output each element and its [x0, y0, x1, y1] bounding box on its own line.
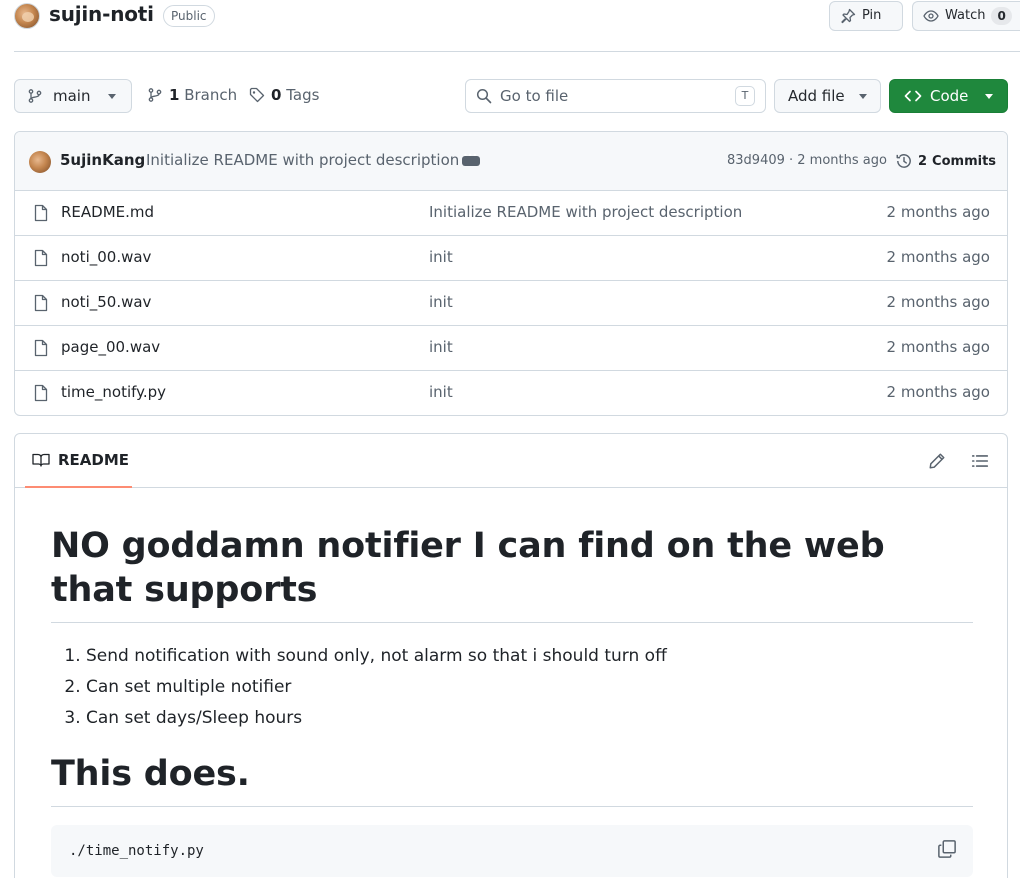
code-label: Code: [930, 87, 969, 105]
branch-selector[interactable]: main: [14, 79, 132, 113]
file-row[interactable]: time_notify.py init 2 months ago: [15, 371, 1007, 415]
owner-avatar[interactable]: [14, 3, 40, 29]
file-time: 2 months ago: [886, 293, 990, 311]
book-icon: [32, 453, 50, 467]
eye-icon: [923, 10, 939, 22]
pin-button[interactable]: Pin: [829, 1, 903, 31]
file-time: 2 months ago: [886, 248, 990, 266]
file-time: 2 months ago: [886, 383, 990, 401]
branch-icon: [28, 89, 42, 103]
chevron-down-icon: [108, 93, 117, 99]
readme-tab-label: README: [58, 451, 130, 469]
file-list: 5ujinKang Initialize README with project…: [14, 131, 1008, 416]
file-commit-message[interactable]: init: [429, 383, 453, 401]
pin-label: Pin: [862, 8, 882, 23]
tag-label: Tags: [286, 86, 320, 104]
branch-icon: [148, 88, 162, 102]
tags-link[interactable]: 0 Tags: [249, 86, 319, 104]
file-commit-message[interactable]: init: [429, 293, 453, 311]
watch-button[interactable]: Watch 0: [912, 1, 1020, 31]
file-commit-message[interactable]: init: [429, 338, 453, 356]
branch-count: 1: [169, 86, 180, 104]
search-icon: [476, 88, 492, 104]
list-item: Can set days/Sleep hours: [86, 703, 973, 734]
readme-header: README: [15, 434, 1007, 488]
file-time: 2 months ago: [886, 338, 990, 356]
history-icon: [896, 154, 911, 168]
file-name[interactable]: time_notify.py: [61, 383, 166, 401]
readme-content: NO goddamn notifier I can find on the we…: [51, 524, 973, 877]
watch-label: Watch: [945, 8, 986, 23]
pin-icon: [841, 8, 856, 24]
code-button[interactable]: Code: [889, 79, 1008, 113]
file-icon: [34, 249, 48, 267]
file-name[interactable]: noti_50.wav: [61, 293, 151, 311]
go-to-file-placeholder: Go to file: [500, 87, 569, 105]
chevron-down-icon: [985, 93, 993, 99]
readme-panel: README NO goddamn notifier I can find on…: [14, 433, 1008, 878]
branches-link[interactable]: 1 Branch: [147, 86, 237, 104]
commits-label: Commits: [932, 153, 997, 169]
feature-list: Send notification with sound only, not a…: [51, 641, 973, 734]
go-to-file-input[interactable]: Go to file T: [465, 79, 766, 113]
list-icon[interactable]: [971, 452, 989, 470]
list-item: Send notification with sound only, not a…: [86, 641, 973, 672]
visibility-badge: Public: [163, 5, 215, 27]
repo-header: sujin-noti Public Pin Watch 0: [14, 0, 1020, 52]
file-icon: [34, 339, 48, 357]
tag-count: 0: [271, 86, 282, 104]
ellipsis-icon[interactable]: [462, 151, 480, 166]
file-commit-message[interactable]: Initialize README with project descripti…: [429, 203, 742, 221]
copy-icon[interactable]: [937, 839, 957, 859]
commit-sha-time[interactable]: 83d9409 · 2 months ago: [727, 153, 887, 168]
file-name[interactable]: noti_00.wav: [61, 248, 151, 266]
watch-count: 0: [991, 7, 1012, 25]
commit-author-avatar[interactable]: [29, 151, 51, 173]
file-commit-message[interactable]: init: [429, 248, 453, 266]
file-name[interactable]: page_00.wav: [61, 338, 160, 356]
readme-heading-1: NO goddamn notifier I can find on the we…: [51, 524, 973, 623]
file-row[interactable]: noti_00.wav init 2 months ago: [15, 236, 1007, 281]
readme-heading-2: This does.: [51, 752, 973, 807]
file-row[interactable]: README.md Initialize README with project…: [15, 191, 1007, 236]
repo-name[interactable]: sujin-noti: [49, 2, 154, 26]
file-icon: [34, 204, 48, 222]
keyboard-shortcut: T: [735, 86, 755, 106]
file-name[interactable]: README.md: [61, 203, 154, 221]
file-icon: [34, 384, 48, 402]
file-row[interactable]: noti_50.wav init 2 months ago: [15, 281, 1007, 326]
latest-commit-bar: 5ujinKang Initialize README with project…: [15, 132, 1007, 191]
code-text: ./time_notify.py: [69, 843, 204, 859]
file-time: 2 months ago: [886, 203, 990, 221]
branch-label: Branch: [184, 86, 238, 104]
readme-tab[interactable]: README: [25, 434, 132, 488]
file-icon: [34, 294, 48, 312]
list-item: Can set multiple notifier: [86, 672, 973, 703]
chevron-down-icon: [859, 93, 867, 99]
commits-link[interactable]: 2 Commits: [895, 152, 996, 170]
pencil-icon[interactable]: [928, 452, 946, 470]
code-icon: [904, 90, 922, 102]
branch-name: main: [53, 87, 91, 105]
code-block: ./time_notify.py: [51, 825, 973, 877]
file-row[interactable]: page_00.wav init 2 months ago: [15, 326, 1007, 371]
add-file-button[interactable]: Add file: [774, 79, 881, 113]
commit-message[interactable]: Initialize README with project descripti…: [146, 151, 459, 169]
tag-icon: [249, 87, 265, 103]
commit-author[interactable]: 5ujinKang: [60, 151, 145, 169]
commits-count: 2: [918, 153, 928, 169]
add-file-label: Add file: [788, 87, 845, 105]
